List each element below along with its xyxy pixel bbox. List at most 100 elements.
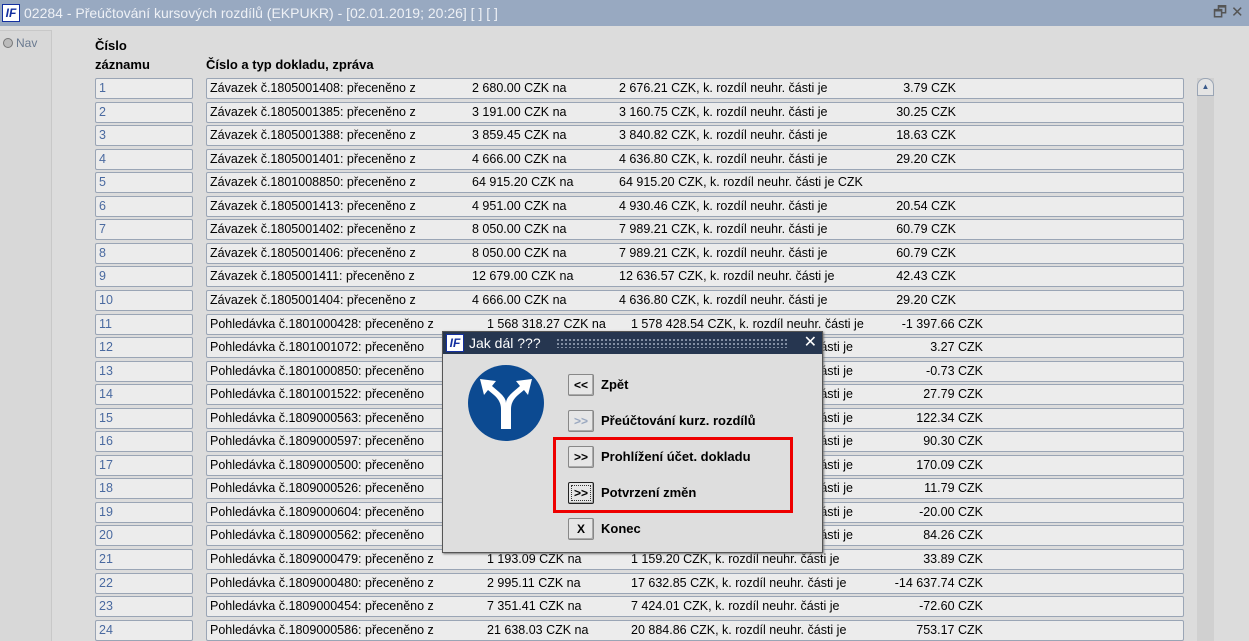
record-number-field[interactable]: 23: [95, 596, 193, 618]
row-doc: Pohledávka č.1801001522: přeceněno: [210, 387, 425, 402]
table-row[interactable]: Závazek č.1805001411: přeceněno z 12 679.…: [206, 266, 1184, 288]
row-doc: Pohledávka č.1809000454: přeceněno z: [210, 599, 434, 614]
recalc-label[interactable]: Přeúčtování kurz. rozdílů: [601, 413, 756, 428]
table-row[interactable]: Závazek č.1805001408: přeceněno z 2 680.0…: [206, 78, 1184, 99]
dialog-title: Jak dál ???: [469, 335, 541, 351]
record-number-field[interactable]: 14: [95, 384, 193, 406]
row-doc: Pohledávka č.1801000428: přeceněno z: [210, 316, 434, 331]
table-row[interactable]: Závazek č.1805001401: přeceněno z 4 666.0…: [206, 148, 1184, 170]
table-row[interactable]: Závazek č.1805001406: přeceněno z 8 050.0…: [206, 242, 1184, 264]
table-row[interactable]: Závazek č.1805001388: přeceněno z 3 859.4…: [206, 125, 1184, 147]
recalc-button[interactable]: >>: [568, 410, 594, 432]
row-diff: 753.17 CZK: [916, 622, 983, 637]
header-number: Číslo: [95, 38, 127, 53]
table-row[interactable]: Pohledávka č.1809000480: přeceněno z 2 99…: [206, 572, 1184, 594]
table-row[interactable]: Závazek č.1805001404: přeceněno z 4 666.0…: [206, 289, 1184, 311]
dialog-close-icon[interactable]: ✕: [804, 332, 817, 354]
back-label[interactable]: Zpět: [601, 377, 628, 392]
row-from: 2 995.11 CZK na: [487, 575, 581, 590]
table-row[interactable]: Pohledávka č.1809000586: přeceněno z 21 6…: [206, 619, 1184, 641]
row-doc: Pohledávka č.1809000604: přeceněno: [210, 504, 425, 519]
table-row[interactable]: Pohledávka č.1809000454: přeceněno z 7 35…: [206, 596, 1184, 618]
jak-dal-dialog: IF Jak dál ??? ✕ << Zpět >> Přeúčtování kur…: [442, 331, 823, 553]
row-doc: Závazek č.1805001402: přeceněno z: [210, 222, 416, 237]
view-document-label[interactable]: Prohlížení účet. dokladu: [601, 449, 751, 464]
record-number-field[interactable]: 22: [95, 572, 193, 594]
confirm-button[interactable]: >>: [568, 482, 594, 504]
left-panel: [0, 30, 52, 641]
record-number-field[interactable]: 16: [95, 431, 193, 453]
row-to: 20 884.86 CZK, k. rozdíl neuhr. části je: [631, 622, 847, 637]
record-number-field[interactable]: 1: [95, 78, 193, 99]
table-row[interactable]: Závazek č.1805001413: přeceněno z 4 951.0…: [206, 195, 1184, 217]
row-from: 21 638.03 CZK na: [487, 622, 589, 637]
record-number-field[interactable]: 20: [95, 525, 193, 547]
record-number-field[interactable]: 21: [95, 549, 193, 570]
row-from: 4 666.00 CZK na: [472, 151, 567, 166]
record-number-field[interactable]: 7: [95, 219, 193, 241]
scroll-up-arrow-icon[interactable]: ▲: [1197, 78, 1214, 96]
row-doc: Pohledávka č.1801001072: přeceněno: [210, 340, 425, 355]
row-doc: Závazek č.1805001406: přeceněno z: [210, 245, 416, 260]
row-to: 3 840.82 CZK, k. rozdíl neuhr. části je: [619, 128, 828, 143]
row-diff: 90.30 CZK: [923, 434, 983, 449]
row-diff: -20.00 CZK: [919, 504, 983, 519]
back-button[interactable]: <<: [568, 374, 594, 396]
record-number-field[interactable]: 10: [95, 289, 193, 311]
record-number-field[interactable]: 18: [95, 478, 193, 500]
row-diff: 60.79 CZK: [896, 245, 956, 260]
record-number-field[interactable]: 5: [95, 172, 193, 194]
record-number-field[interactable]: 19: [95, 501, 193, 523]
record-number-field[interactable]: 9: [95, 266, 193, 288]
row-doc: Pohledávka č.1801000850: přeceněno: [210, 363, 425, 378]
view-document-button[interactable]: >>: [568, 446, 594, 468]
row-to: 64 915.20 CZK, k. rozdíl neuhr. části je…: [619, 175, 863, 190]
row-doc: Závazek č.1805001388: přeceněno z: [210, 128, 416, 143]
end-label[interactable]: Konec: [601, 521, 641, 536]
row-diff: 3.27 CZK: [930, 340, 983, 355]
record-number-field[interactable]: 15: [95, 407, 193, 429]
header-text: Číslo a typ dokladu, zpráva: [206, 57, 374, 72]
row-to: 7 424.01 CZK, k. rozdíl neuhr. části je: [631, 599, 840, 614]
record-number-field[interactable]: 4: [95, 148, 193, 170]
row-from: 4 951.00 CZK na: [472, 198, 567, 213]
record-number-field[interactable]: 13: [95, 360, 193, 382]
table-row[interactable]: Závazek č.1801008850: přeceněno z 64 915.…: [206, 172, 1184, 194]
row-to: 17 632.85 CZK, k. rozdíl neuhr. části je: [631, 575, 847, 590]
row-from: 12 679.00 CZK na: [472, 269, 574, 284]
record-number-field[interactable]: 2: [95, 101, 193, 123]
row-doc: Závazek č.1805001408: přeceněno z: [210, 81, 416, 95]
end-button[interactable]: X: [568, 518, 594, 540]
row-diff: 170.09 CZK: [916, 457, 983, 472]
record-number-field[interactable]: 11: [95, 313, 193, 335]
drag-handle[interactable]: [556, 338, 788, 348]
record-number-field[interactable]: 8: [95, 242, 193, 264]
nav-label: Nav: [16, 36, 38, 50]
nav-tab[interactable]: Nav: [3, 36, 37, 50]
close-icon[interactable]: ✕: [1231, 0, 1244, 26]
row-to: 7 989.21 CZK, k. rozdíl neuhr. části je: [619, 245, 828, 260]
restore-icon[interactable]: 🗗: [1213, 0, 1227, 26]
row-diff: 29.20 CZK: [896, 292, 956, 307]
row-diff: 33.89 CZK: [923, 552, 983, 566]
table-row[interactable]: Závazek č.1805001402: přeceněno z 8 050.0…: [206, 219, 1184, 241]
record-number-field[interactable]: 6: [95, 195, 193, 217]
row-doc: Pohledávka č.1809000562: přeceněno: [210, 528, 425, 543]
row-diff: 20.54 CZK: [896, 198, 956, 213]
row-doc: Závazek č.1805001401: přeceněno z: [210, 151, 416, 166]
table-row[interactable]: Závazek č.1805001385: přeceněno z 3 191.0…: [206, 101, 1184, 123]
row-diff: -72.60 CZK: [919, 599, 983, 614]
record-number-field[interactable]: 17: [95, 454, 193, 476]
row-diff: -14 637.74 CZK: [894, 575, 983, 590]
scrollbar[interactable]: [1197, 78, 1214, 641]
app-logo-icon: IF: [2, 4, 20, 22]
confirm-label[interactable]: Potvrzení změn: [601, 485, 696, 500]
record-number-field[interactable]: 3: [95, 125, 193, 147]
row-diff: 30.25 CZK: [896, 104, 956, 119]
row-doc: Závazek č.1805001385: přeceněno z: [210, 104, 416, 119]
row-from: 7 351.41 CZK na: [487, 599, 582, 614]
row-diff: 18.63 CZK: [896, 128, 956, 143]
record-number-field[interactable]: 24: [95, 619, 193, 641]
record-number-field[interactable]: 12: [95, 337, 193, 359]
row-to: 3 160.75 CZK, k. rozdíl neuhr. části je: [619, 104, 828, 119]
